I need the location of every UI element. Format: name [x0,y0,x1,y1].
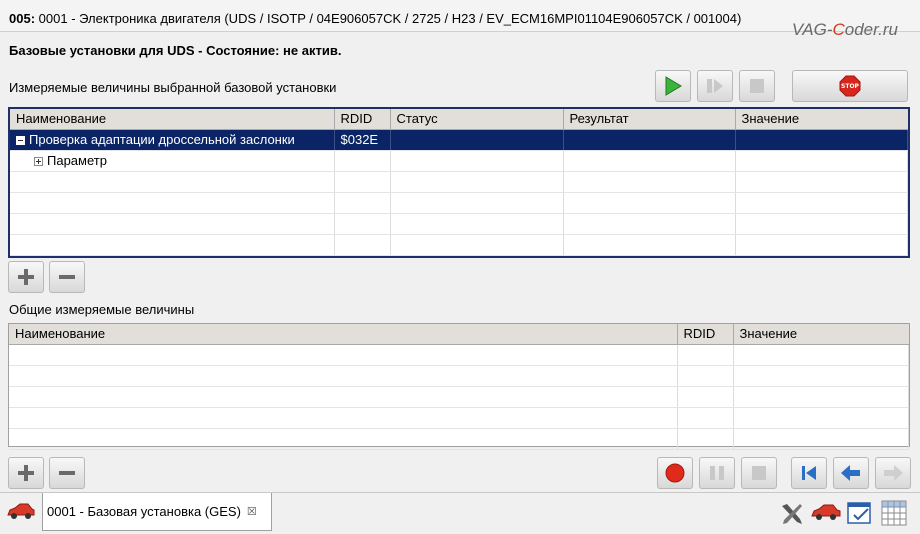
step-icon [707,79,723,93]
window-check-icon[interactable] [846,499,874,527]
stop-sign-text: STOP [841,82,859,90]
controller-info: 0001 - Электроника двигателя (UDS / ISOT… [38,11,742,26]
car-icon-2[interactable] [810,501,842,523]
back-button[interactable] [833,457,869,489]
first-button[interactable] [791,457,827,489]
square-icon [752,466,766,480]
row-value [735,150,908,172]
record-icon [665,463,685,483]
row-name: Параметр [47,153,107,168]
watermark-suffix: oder.ru [844,20,898,39]
row-value [735,129,908,151]
record-button[interactable] [657,457,693,489]
col-value[interactable]: Значение [733,324,909,345]
row-result [563,150,736,172]
row-status [390,150,564,172]
title-bar: 005: 0001 - Электроника двигателя (UDS /… [0,0,920,39]
grid-header: Наименование RDID Значение [9,324,909,345]
add-button-2[interactable] [8,457,44,489]
pause-button[interactable] [699,457,735,489]
minus-icon [59,471,75,475]
tab-basic-settings[interactable]: 0001 - Базовая установка (GES) ☒ [42,493,272,531]
collapse-icon[interactable] [16,136,25,146]
play-icon [665,76,682,96]
empty-row [10,171,908,193]
row-rdid [334,150,391,172]
empty-row [9,407,909,429]
arrow-right-icon [884,465,903,481]
empty-row [9,344,909,366]
row-name-cell: Проверка адаптации дроссельной заслонки [10,129,335,151]
pause-icon [710,466,724,480]
row-name: Проверка адаптации дроссельной заслонки [29,132,295,147]
grid-table-icon[interactable] [880,499,908,527]
watermark-c: C [832,20,845,39]
play-button[interactable] [655,70,691,102]
row-rdid: $032E [334,129,391,151]
stop-square-button[interactable] [739,70,775,102]
row-result [563,129,736,151]
square-icon [750,79,764,93]
empty-row [9,428,909,450]
col-status[interactable]: Статус [390,109,564,130]
minus-icon [59,275,75,279]
empty-row [10,234,908,256]
empty-row [10,192,908,214]
col-name[interactable]: Наименование [10,109,335,130]
window-title: 005: 0001 - Электроника двигателя (UDS /… [9,11,741,26]
basic-settings-grid[interactable]: Наименование RDID Статус Результат Значе… [8,107,910,258]
status-line: Базовые установки для UDS - Состояние: н… [9,43,342,58]
empty-row [10,213,908,235]
table-row[interactable]: Проверка адаптации дроссельной заслонки … [10,129,908,151]
car-icon[interactable] [6,501,36,521]
address-label: 005: [9,11,36,26]
table-row[interactable]: Параметр [10,150,908,172]
plus-icon [18,465,34,481]
bottom-tab-bar: 0001 - Базовая установка (GES) ☒ [0,492,920,534]
common-values-grid[interactable]: Наименование RDID Значение [8,323,910,450]
tab-close-icon[interactable]: ☒ [247,505,257,518]
skip-first-icon [802,466,816,480]
stop-button[interactable]: STOP [792,70,908,102]
col-value[interactable]: Значение [735,109,908,130]
row-name-cell: Параметр [10,150,335,172]
plus-icon [18,269,34,285]
row-status [390,129,564,151]
remove-button[interactable] [49,261,85,293]
col-rdid[interactable]: RDID [334,109,391,130]
empty-row [9,386,909,408]
col-result[interactable]: Результат [563,109,736,130]
col-name[interactable]: Наименование [9,324,678,345]
remove-button-2[interactable] [49,457,85,489]
empty-row [9,365,909,387]
watermark-prefix: VAG- [791,20,833,39]
section-label-common: Общие измеряемые величины [9,302,195,317]
col-rdid[interactable]: RDID [677,324,734,345]
watermark: VAG-Coder.ru [792,20,898,40]
add-button[interactable] [8,261,44,293]
expand-icon[interactable] [34,157,43,167]
grid-header: Наименование RDID Статус Результат Значе… [10,109,908,130]
section-label-selected: Измеряемые величины выбранной базовой ус… [9,80,337,95]
stop-record-button[interactable] [741,457,777,489]
tab-label: 0001 - Базовая установка (GES) [47,504,241,519]
arrow-left-icon [841,465,860,481]
wrench-icon[interactable] [779,501,805,527]
step-button[interactable] [697,70,733,102]
forward-button[interactable] [875,457,911,489]
